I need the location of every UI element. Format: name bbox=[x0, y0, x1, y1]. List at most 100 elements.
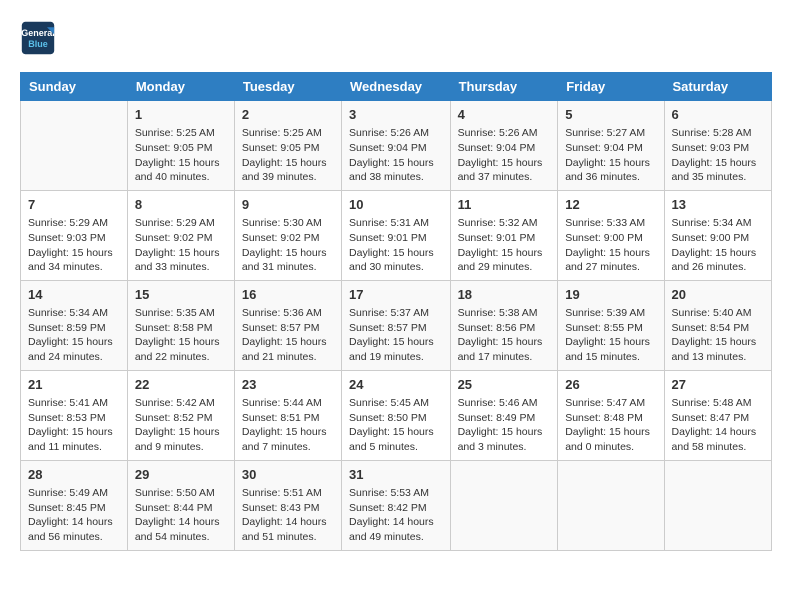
day-info-line: Sunrise: 5:31 AM bbox=[349, 216, 443, 231]
day-info-line: and 21 minutes. bbox=[242, 350, 334, 365]
day-info-line: Daylight: 14 hours bbox=[135, 515, 227, 530]
day-number: 1 bbox=[135, 106, 227, 124]
day-info-line: Daylight: 15 hours bbox=[565, 156, 656, 171]
day-number: 19 bbox=[565, 286, 656, 304]
day-info-line: and 38 minutes. bbox=[349, 170, 443, 185]
day-cell bbox=[450, 460, 558, 550]
day-info-line: Sunrise: 5:37 AM bbox=[349, 306, 443, 321]
day-info-line: Sunset: 8:57 PM bbox=[349, 321, 443, 336]
day-info-line: Sunrise: 5:49 AM bbox=[28, 486, 120, 501]
day-info-line: Daylight: 14 hours bbox=[349, 515, 443, 530]
day-info-line: Sunrise: 5:53 AM bbox=[349, 486, 443, 501]
day-info-line: Daylight: 15 hours bbox=[672, 156, 764, 171]
header-cell-sunday: Sunday bbox=[21, 73, 128, 101]
day-info-line: Sunset: 8:47 PM bbox=[672, 411, 764, 426]
day-number: 12 bbox=[565, 196, 656, 214]
day-number: 23 bbox=[242, 376, 334, 394]
day-cell: 12Sunrise: 5:33 AMSunset: 9:00 PMDayligh… bbox=[558, 190, 664, 280]
day-info-line: Sunrise: 5:29 AM bbox=[28, 216, 120, 231]
day-number: 11 bbox=[458, 196, 551, 214]
day-cell: 3Sunrise: 5:26 AMSunset: 9:04 PMDaylight… bbox=[342, 101, 451, 191]
day-number: 31 bbox=[349, 466, 443, 484]
day-info-line: Daylight: 15 hours bbox=[242, 425, 334, 440]
day-info-line: Sunset: 9:03 PM bbox=[672, 141, 764, 156]
day-info-line: Sunrise: 5:29 AM bbox=[135, 216, 227, 231]
day-info-line: Sunrise: 5:33 AM bbox=[565, 216, 656, 231]
day-info-line: and 33 minutes. bbox=[135, 260, 227, 275]
day-cell: 13Sunrise: 5:34 AMSunset: 9:00 PMDayligh… bbox=[664, 190, 771, 280]
header: General Blue bbox=[20, 20, 772, 56]
day-info-line: Daylight: 14 hours bbox=[242, 515, 334, 530]
day-cell bbox=[558, 460, 664, 550]
day-cell: 31 Sunrise: 5:53 AMSunset: 8:42 PMDayligh… bbox=[342, 460, 451, 550]
day-number: 14 bbox=[28, 286, 120, 304]
day-info-line: Sunrise: 5:38 AM bbox=[458, 306, 551, 321]
day-info-line: Sunset: 9:04 PM bbox=[458, 141, 551, 156]
day-info-line: Daylight: 15 hours bbox=[565, 425, 656, 440]
header-cell-saturday: Saturday bbox=[664, 73, 771, 101]
day-info-line: Sunrise: 5:45 AM bbox=[349, 396, 443, 411]
day-info-line: Sunset: 8:43 PM bbox=[242, 501, 334, 516]
day-cell: 18Sunrise: 5:38 AMSunset: 8:56 PMDayligh… bbox=[450, 280, 558, 370]
day-info-line: Daylight: 15 hours bbox=[458, 335, 551, 350]
day-info-line: and 27 minutes. bbox=[565, 260, 656, 275]
day-number: 21 bbox=[28, 376, 120, 394]
day-cell: 10Sunrise: 5:31 AMSunset: 9:01 PMDayligh… bbox=[342, 190, 451, 280]
day-info-line: and 31 minutes. bbox=[242, 260, 334, 275]
day-info-line: and 51 minutes. bbox=[242, 530, 334, 545]
day-info-line: Sunset: 8:42 PM bbox=[349, 501, 443, 516]
day-info-line: and 11 minutes. bbox=[28, 440, 120, 455]
day-info-line: Sunrise: 5:25 AM bbox=[135, 126, 227, 141]
week-row-5: 28Sunrise: 5:49 AMSunset: 8:45 PMDayligh… bbox=[21, 460, 772, 550]
day-info-line: Daylight: 15 hours bbox=[28, 246, 120, 261]
day-info-line: and 30 minutes. bbox=[349, 260, 443, 275]
day-number: 4 bbox=[458, 106, 551, 124]
header-cell-thursday: Thursday bbox=[450, 73, 558, 101]
day-info-line: and 39 minutes. bbox=[242, 170, 334, 185]
header-cell-friday: Friday bbox=[558, 73, 664, 101]
day-info-line: and 5 minutes. bbox=[349, 440, 443, 455]
day-cell: 27Sunrise: 5:48 AMSunset: 8:47 PMDayligh… bbox=[664, 370, 771, 460]
day-info-line: Daylight: 15 hours bbox=[242, 156, 334, 171]
day-cell: 25Sunrise: 5:46 AMSunset: 8:49 PMDayligh… bbox=[450, 370, 558, 460]
day-info-line: Sunrise: 5:46 AM bbox=[458, 396, 551, 411]
day-info-line: Sunset: 8:50 PM bbox=[349, 411, 443, 426]
day-cell bbox=[21, 101, 128, 191]
day-cell: 6Sunrise: 5:28 AMSunset: 9:03 PMDaylight… bbox=[664, 101, 771, 191]
day-info-line: Daylight: 15 hours bbox=[349, 156, 443, 171]
day-info-line: Daylight: 15 hours bbox=[458, 156, 551, 171]
day-number: 7 bbox=[28, 196, 120, 214]
day-number: 10 bbox=[349, 196, 443, 214]
day-info-line: Sunset: 9:00 PM bbox=[565, 231, 656, 246]
week-row-4: 21Sunrise: 5:41 AMSunset: 8:53 PMDayligh… bbox=[21, 370, 772, 460]
day-info-line: and 7 minutes. bbox=[242, 440, 334, 455]
header-row: SundayMondayTuesdayWednesdayThursdayFrid… bbox=[21, 73, 772, 101]
day-info-line: Daylight: 15 hours bbox=[135, 246, 227, 261]
day-info-line: Sunrise: 5:51 AM bbox=[242, 486, 334, 501]
day-cell: 21Sunrise: 5:41 AMSunset: 8:53 PMDayligh… bbox=[21, 370, 128, 460]
day-cell: 2Sunrise: 5:25 AMSunset: 9:05 PMDaylight… bbox=[234, 101, 341, 191]
day-info-line: Sunset: 8:58 PM bbox=[135, 321, 227, 336]
day-info-line: Sunset: 8:59 PM bbox=[28, 321, 120, 336]
day-info-line: Sunset: 9:01 PM bbox=[349, 231, 443, 246]
day-info-line: Sunset: 9:01 PM bbox=[458, 231, 551, 246]
day-info-line: and 37 minutes. bbox=[458, 170, 551, 185]
day-info-line: Sunset: 8:57 PM bbox=[242, 321, 334, 336]
day-info-line: Sunrise: 5:26 AM bbox=[458, 126, 551, 141]
day-info-line: and 56 minutes. bbox=[28, 530, 120, 545]
day-number: 3 bbox=[349, 106, 443, 124]
day-cell: 8Sunrise: 5:29 AMSunset: 9:02 PMDaylight… bbox=[127, 190, 234, 280]
day-info-line: Daylight: 15 hours bbox=[672, 335, 764, 350]
day-cell: 15Sunrise: 5:35 AMSunset: 8:58 PMDayligh… bbox=[127, 280, 234, 370]
day-info-line: Sunset: 8:54 PM bbox=[672, 321, 764, 336]
day-info-line: and 22 minutes. bbox=[135, 350, 227, 365]
day-info-line: and 17 minutes. bbox=[458, 350, 551, 365]
day-info-line: Sunrise: 5:50 AM bbox=[135, 486, 227, 501]
day-info-line: and 3 minutes. bbox=[458, 440, 551, 455]
day-info-line: Daylight: 14 hours bbox=[672, 425, 764, 440]
day-number: 8 bbox=[135, 196, 227, 214]
day-info-line: Sunset: 9:02 PM bbox=[242, 231, 334, 246]
day-info-line: Daylight: 15 hours bbox=[135, 425, 227, 440]
day-cell bbox=[664, 460, 771, 550]
day-info-line: Daylight: 15 hours bbox=[458, 246, 551, 261]
